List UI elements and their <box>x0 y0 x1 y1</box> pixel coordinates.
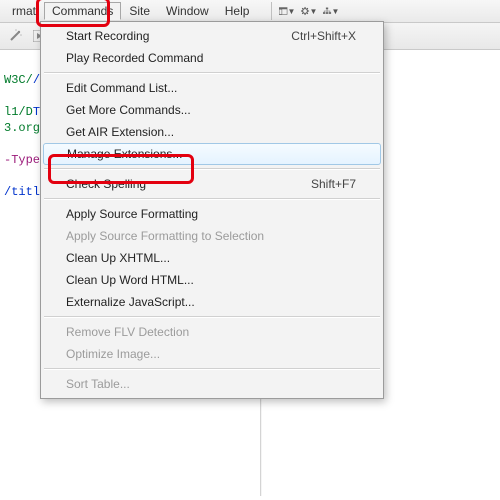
menubar: rmat Commands Site Window Help ▼ ▼ ▼ Sta… <box>0 0 500 23</box>
menu-item-optimize-image: Optimize Image... <box>42 343 382 365</box>
menu-item-label: Clean Up XHTML... <box>66 251 356 265</box>
menu-item-label: Manage Extensions... <box>67 147 355 161</box>
menu-item-manage-extensions[interactable]: Manage Extensions... <box>43 143 381 165</box>
layout-icon[interactable]: ▼ <box>279 3 295 19</box>
menu-commands[interactable]: Commands <box>44 2 121 20</box>
menu-item-clean-up-xhtml[interactable]: Clean Up XHTML... <box>42 247 382 269</box>
menu-item-apply-source-formatting-to-selection: Apply Source Formatting to Selection <box>42 225 382 247</box>
menu-item-remove-flv-detection: Remove FLV Detection <box>42 321 382 343</box>
menu-separator <box>44 368 380 370</box>
menu-item-label: Edit Command List... <box>66 81 356 95</box>
wand-icon[interactable] <box>6 27 24 45</box>
network-icon[interactable]: ▼ <box>323 3 339 19</box>
menu-item-label: Get AIR Extension... <box>66 125 356 139</box>
menu-item-label: Play Recorded Command <box>66 51 356 65</box>
menu-item-label: Optimize Image... <box>66 347 356 361</box>
menu-item-label: Clean Up Word HTML... <box>66 273 356 287</box>
menu-item-shortcut: Ctrl+Shift+X <box>291 29 356 43</box>
menu-item-play-recorded-command[interactable]: Play Recorded Command <box>42 47 382 69</box>
menu-item-label: Apply Source Formatting to Selection <box>66 229 356 243</box>
menu-item-shortcut: Shift+F7 <box>311 177 356 191</box>
menu-site[interactable]: Site <box>121 2 158 20</box>
menu-item-label: Remove FLV Detection <box>66 325 356 339</box>
menu-item-label: Apply Source Formatting <box>66 207 356 221</box>
menu-help[interactable]: Help <box>217 2 258 20</box>
menu-separator <box>44 316 380 318</box>
menu-item-label: Sort Table... <box>66 377 356 391</box>
menu-item-get-more-commands[interactable]: Get More Commands... <box>42 99 382 121</box>
menu-item-apply-source-formatting[interactable]: Apply Source Formatting <box>42 203 382 225</box>
gear-icon[interactable]: ▼ <box>301 3 317 19</box>
menu-separator <box>44 198 380 200</box>
menu-separator <box>44 72 380 74</box>
menu-item-edit-command-list[interactable]: Edit Command List... <box>42 77 382 99</box>
menu-item-label: Get More Commands... <box>66 103 356 117</box>
menu-item-label: Start Recording <box>66 29 291 43</box>
commands-dropdown: Start RecordingCtrl+Shift+X Play Recorded… <box>40 21 384 399</box>
menu-format[interactable]: rmat <box>4 2 44 20</box>
menu-item-get-air-extension[interactable]: Get AIR Extension... <box>42 121 382 143</box>
menu-item-sort-table: Sort Table... <box>42 373 382 395</box>
menu-item-start-recording[interactable]: Start RecordingCtrl+Shift+X <box>42 25 382 47</box>
menu-window[interactable]: Window <box>158 2 217 20</box>
menu-item-check-spelling[interactable]: Check SpellingShift+F7 <box>42 173 382 195</box>
menu-item-label: Check Spelling <box>66 177 311 191</box>
menu-item-clean-up-word-html[interactable]: Clean Up Word HTML... <box>42 269 382 291</box>
menu-separator <box>44 168 380 170</box>
menu-item-externalize-javascript[interactable]: Externalize JavaScript... <box>42 291 382 313</box>
menu-item-label: Externalize JavaScript... <box>66 295 356 309</box>
